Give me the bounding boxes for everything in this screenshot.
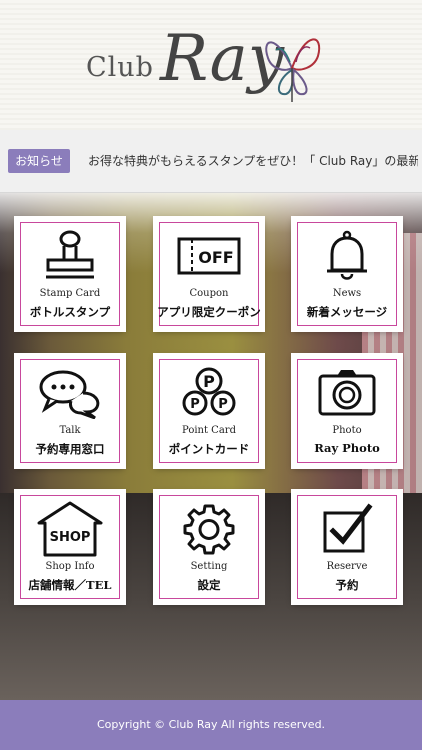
tile-talk[interactable]: Talk 予約専用窓口 xyxy=(16,355,124,467)
tile-label-en: Coupon xyxy=(189,288,229,299)
points-icon-text: P xyxy=(218,397,228,412)
tile-setting[interactable]: Setting 設定 xyxy=(155,491,263,603)
tile-label-ja: 新着メッセージ xyxy=(306,305,388,319)
camera-icon xyxy=(293,367,401,419)
logo-club-text: Club xyxy=(86,52,154,83)
app-header: Club Ray xyxy=(0,0,422,131)
tile-label-en: Stamp Card xyxy=(39,288,101,299)
coupon-icon-text: OFF xyxy=(198,248,233,267)
tile-label-ja: 設定 xyxy=(197,578,221,592)
tile-label-en: Shop Info xyxy=(45,561,95,572)
chat-icon xyxy=(16,367,124,419)
tile-label-en: Reserve xyxy=(326,561,368,572)
news-ticker-text[interactable]: お得な特典がもらえるスタンプをぜひ！「 Club Ray」の最新情報を受信 xyxy=(88,150,418,172)
tile-stamp-card[interactable]: Stamp Card ボトルスタンプ xyxy=(16,218,124,330)
butterfly-icon xyxy=(265,38,321,102)
tile-coupon[interactable]: OFF Coupon アプリ限定クーポン xyxy=(155,218,263,330)
tile-label-ja: アプリ限定クーポン xyxy=(157,305,261,319)
shop-icon: SHOP xyxy=(16,501,124,557)
tile-reserve[interactable]: Reserve 予約 xyxy=(293,491,401,603)
footer: Copyright © Club Ray All rights reserved… xyxy=(0,700,422,750)
tile-label-ja: Ray Photo xyxy=(314,441,380,455)
tile-label-ja: 予約専用窓口 xyxy=(35,442,105,456)
tile-label-en: Talk xyxy=(59,425,81,436)
tile-label-en: Point Card xyxy=(182,425,236,436)
copyright-text: Copyright © Club Ray All rights reserved… xyxy=(96,718,326,731)
news-tag: お知らせ xyxy=(8,149,70,173)
points-icon-text: P xyxy=(203,372,215,391)
tile-point-card[interactable]: P P P Point Card ポイントカード xyxy=(155,355,263,467)
points-icon: P P P xyxy=(155,367,263,419)
tile-shop-info[interactable]: SHOP Shop Info 店舗情報／TEL xyxy=(16,491,124,603)
tile-label-en: News xyxy=(332,288,362,299)
points-icon-text: P xyxy=(190,397,200,412)
tile-label-ja: ボトルスタンプ xyxy=(29,305,111,319)
bell-icon xyxy=(293,230,401,282)
stamp-icon xyxy=(16,230,124,282)
tile-photo[interactable]: Photo Ray Photo xyxy=(293,355,401,467)
shop-icon-text: SHOP xyxy=(50,530,91,545)
tile-label-ja: 予約 xyxy=(335,578,359,592)
news-bar[interactable]: お知らせ お得な特典がもらえるスタンプをぜひ！「 Club Ray」の最新情報を… xyxy=(0,130,422,193)
tile-label-ja: 店舗情報／TEL xyxy=(28,578,112,592)
tile-label-ja: ポイントカード xyxy=(168,442,250,456)
gear-icon xyxy=(155,503,263,555)
coupon-icon: OFF xyxy=(155,230,263,282)
tile-label-en: Photo xyxy=(332,425,362,436)
tile-news[interactable]: News 新着メッセージ xyxy=(293,218,401,330)
menu-grid: Stamp Card ボトルスタンプ OFF Coupon アプリ限定クーポン … xyxy=(0,193,422,700)
tile-label-en: Setting xyxy=(190,561,228,572)
checkbox-icon xyxy=(293,503,401,555)
